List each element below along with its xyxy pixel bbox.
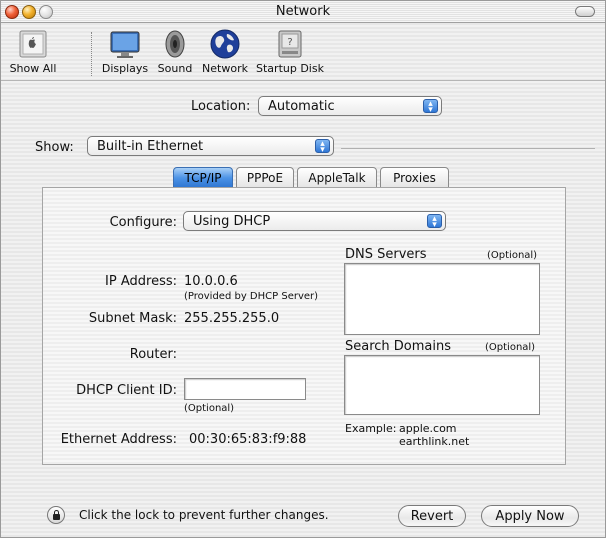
location-label: Location: (191, 99, 251, 114)
toolbar-item-startup-disk[interactable]: ? Startup Disk (255, 28, 325, 75)
lock-icon-body (53, 514, 60, 520)
lock-message: Click the lock to prevent further change… (79, 508, 329, 522)
toolbar-item-label: Show All (9, 62, 57, 75)
search-domains-label: Search Domains (345, 339, 452, 354)
apply-now-button-label: Apply Now (495, 509, 565, 524)
tab-appletalk[interactable]: AppleTalk (297, 167, 377, 189)
toolbar-separator (91, 32, 92, 76)
location-value: Automatic (268, 99, 335, 114)
tab-label: Proxies (393, 171, 436, 185)
subnet-mask-label: Subnet Mask: (88, 311, 177, 326)
dhcp-client-id-input[interactable] (184, 378, 306, 400)
svg-text:?: ? (287, 37, 292, 48)
toolbar-item-network[interactable]: Network (199, 28, 251, 75)
toolbar-item-show-all[interactable]: Show All (5, 28, 61, 75)
window-title: Network (275, 4, 331, 19)
toolbar-item-label: Displays (101, 62, 149, 75)
ethernet-address-value: 00:30:65:83:f9:88 (189, 432, 307, 447)
toolbar-item-label: Startup Disk (256, 62, 324, 75)
title-bar[interactable]: Network (1, 1, 605, 23)
search-domains-field[interactable] (344, 355, 540, 415)
network-preferences-window: Network Show All Displays Sound Network … (0, 0, 606, 538)
location-popup[interactable]: Automatic ▴ ▾ (258, 96, 442, 116)
ip-address-label: IP Address: (105, 274, 177, 289)
displays-icon (110, 31, 140, 58)
router-label: Router: (129, 347, 177, 362)
dns-servers-field[interactable] (344, 263, 540, 335)
toolbar-item-displays[interactable]: Displays (100, 28, 150, 75)
tab-label: PPPoE (246, 171, 284, 185)
sound-icon (165, 30, 185, 58)
revert-button[interactable]: Revert (398, 505, 466, 527)
lock-button[interactable] (47, 506, 65, 524)
dhcp-client-id-label: DHCP Client ID: (76, 383, 177, 398)
startup-disk-icon: ? (278, 30, 302, 58)
toolbar-item-label: Sound (157, 62, 193, 75)
network-globe-icon (210, 29, 240, 59)
dhcp-client-id-note: (Optional) (184, 403, 235, 414)
subnet-mask-value: 255.255.255.0 (184, 311, 280, 326)
toolbar-item-sound[interactable]: Sound (154, 28, 196, 75)
example-line-2: earthlink.net (399, 435, 470, 448)
tab-tcpip[interactable]: TCP/IP (173, 167, 233, 189)
example-label: Example: (345, 422, 397, 435)
configure-label: Configure: (109, 215, 177, 230)
ip-address-note: (Provided by DHCP Server) (184, 291, 319, 302)
popup-arrows-icon: ▴ ▾ (427, 214, 442, 230)
tab-proxies[interactable]: Proxies (380, 167, 449, 189)
show-divider (341, 148, 595, 149)
show-all-icon (19, 30, 47, 58)
ethernet-address-label: Ethernet Address: (60, 432, 177, 447)
tab-label: TCP/IP (184, 171, 222, 185)
toolbar-item-label: Network (202, 62, 248, 75)
show-value: Built-in Ethernet (97, 139, 204, 154)
configure-value: Using DHCP (193, 214, 271, 229)
example-line-1: apple.com (399, 422, 457, 435)
popup-arrows-icon: ▴ ▾ (315, 139, 330, 155)
dns-servers-optional: (Optional) (487, 250, 538, 261)
search-domains-optional: (Optional) (485, 342, 536, 353)
tcpip-panel: Configure: Using DHCP ▴ ▾ IP Address: 10.… (42, 187, 566, 465)
toolbar-toggle-button[interactable] (575, 6, 595, 17)
dns-servers-label: DNS Servers (345, 247, 427, 262)
show-label: Show: (35, 140, 74, 155)
configure-popup[interactable]: Using DHCP ▴ ▾ (183, 211, 446, 231)
apply-now-button[interactable]: Apply Now (481, 505, 579, 527)
tab-label: AppleTalk (308, 171, 366, 185)
revert-button-label: Revert (410, 509, 454, 524)
tab-pppoe[interactable]: PPPoE (236, 167, 294, 189)
ip-address-value: 10.0.0.6 (184, 274, 238, 289)
preferences-toolbar: Show All Displays Sound Network ? Startu… (1, 24, 605, 81)
popup-arrows-icon: ▴ ▾ (423, 99, 438, 115)
show-popup[interactable]: Built-in Ethernet ▴ ▾ (87, 136, 334, 156)
